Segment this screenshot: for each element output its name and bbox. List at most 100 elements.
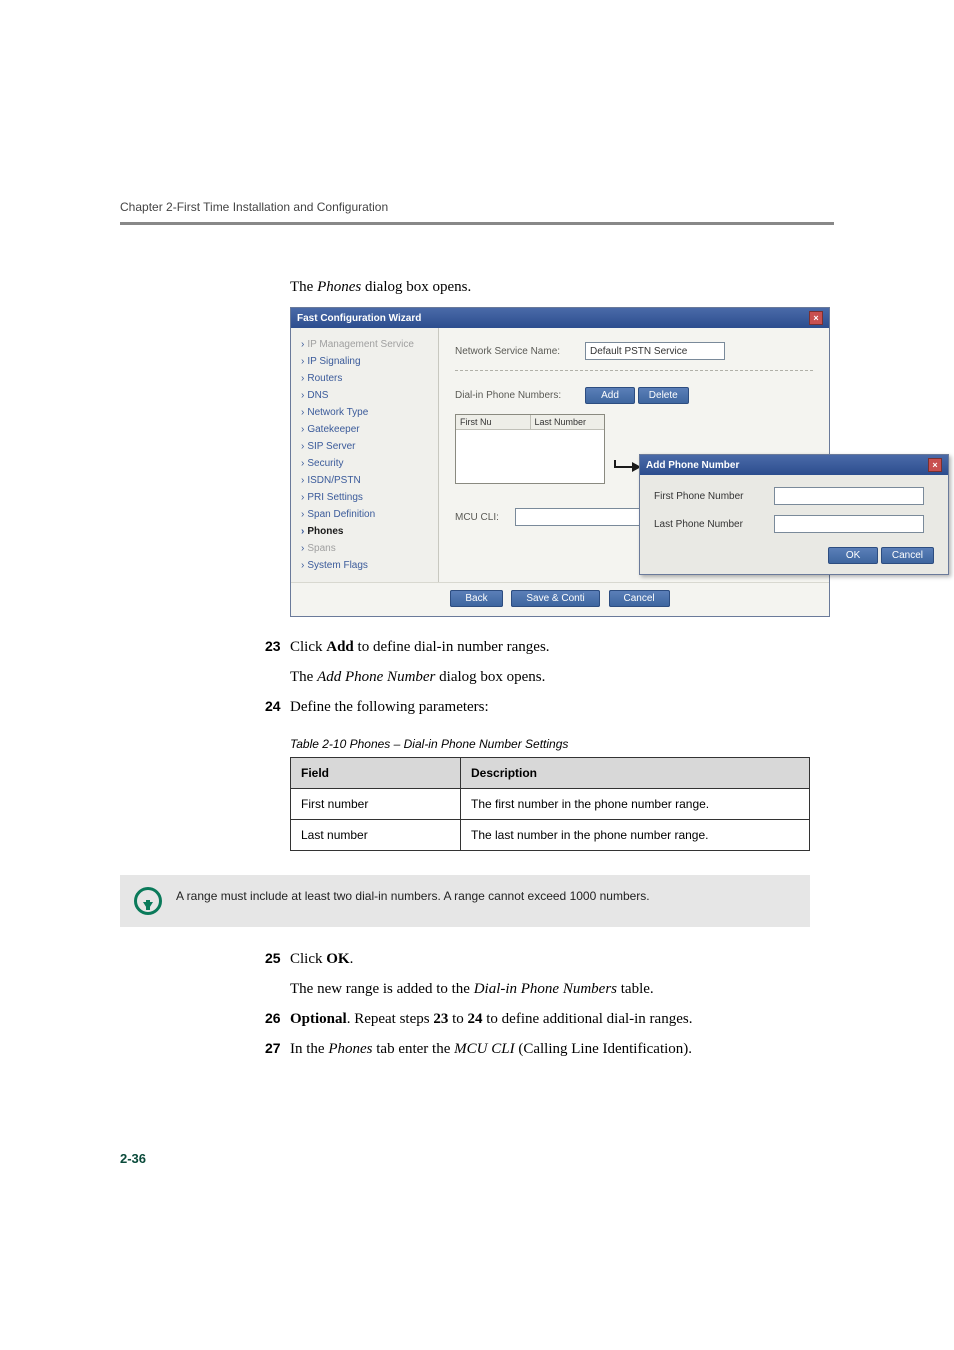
t: table.	[617, 981, 654, 997]
dialog-titlebar: Fast Configuration Wizard ×	[291, 308, 829, 328]
t: The new range is added to the	[290, 981, 474, 997]
mcu-cli-input[interactable]	[515, 508, 645, 526]
dialin-numbers-table[interactable]: First Nu Last Number	[455, 414, 605, 484]
label: ISDN/PSTN	[307, 475, 360, 486]
th-field: Field	[291, 758, 461, 789]
sidebar-item[interactable]: ›Gatekeeper	[297, 421, 432, 438]
sidebar-item[interactable]: ›Security	[297, 455, 432, 472]
cancel-button[interactable]: Cancel	[609, 590, 670, 607]
label: Spans	[307, 543, 335, 554]
first-phone-label: First Phone Number	[654, 491, 774, 502]
save-continue-button[interactable]: Save & Conti	[511, 590, 599, 607]
phones-param-table: Table 2-10 Phones – Dial-in Phone Number…	[290, 737, 810, 851]
t: to	[448, 1011, 467, 1027]
callout-arrow-icon	[614, 458, 642, 472]
chevron-icon: ›	[301, 526, 304, 537]
t: to define dial-in number ranges.	[354, 639, 550, 655]
table-row: First number The first number in the pho…	[291, 789, 810, 820]
first-phone-input[interactable]	[774, 487, 924, 505]
sidebar-item[interactable]: ›Network Type	[297, 404, 432, 421]
chevron-icon: ›	[301, 424, 304, 435]
sidebar-item[interactable]: ›DNS	[297, 387, 432, 404]
cell: First number	[291, 789, 461, 820]
chevron-icon: ›	[301, 458, 304, 469]
last-phone-label: Last Phone Number	[654, 519, 774, 530]
label: Routers	[307, 373, 342, 384]
label: IP Management Service	[307, 339, 414, 350]
sidebar-item[interactable]: ›Routers	[297, 370, 432, 387]
t: . Repeat steps	[347, 1011, 434, 1027]
back-button[interactable]: Back	[450, 590, 502, 607]
cell: The first number in the phone number ran…	[461, 789, 810, 820]
label: PRI Settings	[307, 492, 363, 503]
note-box: A range must include at least two dial-i…	[120, 875, 810, 927]
t: 24	[468, 1011, 483, 1027]
sidebar-item[interactable]: ›IP Management Service	[297, 336, 432, 353]
sidebar-item[interactable]: ›Span Definition	[297, 506, 432, 523]
cancel-button[interactable]: Cancel	[881, 547, 934, 564]
close-icon[interactable]: ×	[928, 458, 942, 472]
table-row: Last number The last number in the phone…	[291, 820, 810, 851]
label: Gatekeeper	[307, 424, 359, 435]
label: Security	[307, 458, 343, 469]
step-23-sub: The Add Phone Number dialog box opens.	[290, 665, 834, 689]
fast-config-wizard-dialog: Fast Configuration Wizard × ›IP Manageme…	[290, 307, 830, 617]
sidebar-item[interactable]: ›PRI Settings	[297, 489, 432, 506]
t: OK	[326, 951, 349, 967]
dialog-footer: Back Save & Conti Cancel	[291, 582, 829, 616]
nested-title-text: Add Phone Number	[646, 460, 739, 471]
label: SIP Server	[307, 441, 355, 452]
last-phone-input[interactable]	[774, 515, 924, 533]
network-service-input[interactable]	[585, 342, 725, 360]
t: Add	[326, 639, 354, 655]
chevron-icon: ›	[301, 475, 304, 486]
close-icon[interactable]: ×	[809, 311, 823, 325]
add-button[interactable]: Add	[585, 387, 635, 404]
sidebar-item[interactable]: ›System Flags	[297, 557, 432, 574]
step-27: 27 In the Phones tab enter the MCU CLI (…	[265, 1037, 834, 1061]
step-25-sub: The new range is added to the Dial-in Ph…	[290, 977, 834, 1001]
t: Add Phone Number	[317, 669, 435, 685]
chevron-icon: ›	[301, 407, 304, 418]
t: Optional	[290, 1011, 347, 1027]
t: MCU CLI	[454, 1041, 514, 1057]
delete-button[interactable]: Delete	[638, 387, 689, 404]
chapter-header: Chapter 2-First Time Installation and Co…	[120, 200, 834, 225]
t: Define the following parameters:	[290, 695, 834, 719]
cell: The last number in the phone number rang…	[461, 820, 810, 851]
step-number: 27	[265, 1037, 290, 1061]
t: The	[290, 279, 317, 295]
t: .	[350, 951, 354, 967]
chevron-icon: ›	[301, 373, 304, 384]
col-first: First Nu	[456, 415, 531, 429]
table-caption: Table 2-10 Phones – Dial-in Phone Number…	[290, 737, 810, 757]
nested-titlebar: Add Phone Number ×	[640, 455, 948, 475]
step-number: 25	[265, 947, 290, 971]
sidebar-item[interactable]: ›Spans	[297, 540, 432, 557]
t: to define additional dial-in ranges.	[483, 1011, 693, 1027]
sidebar-item-phones[interactable]: ›Phones	[297, 523, 432, 540]
note-icon	[134, 887, 162, 915]
chevron-icon: ›	[301, 390, 304, 401]
t: In the	[290, 1041, 328, 1057]
cell: Last number	[291, 820, 461, 851]
step-23: 23 Click Add to define dial-in number ra…	[265, 635, 834, 659]
chevron-icon: ›	[301, 543, 304, 554]
intro-text: The Phones dialog box opens.	[290, 275, 834, 299]
chevron-icon: ›	[301, 339, 304, 350]
label: Span Definition	[307, 509, 375, 520]
sidebar-item[interactable]: ›ISDN/PSTN	[297, 472, 432, 489]
th-desc: Description	[461, 758, 810, 789]
chevron-icon: ›	[301, 492, 304, 503]
sidebar-item[interactable]: ›IP Signaling	[297, 353, 432, 370]
ok-button[interactable]: OK	[828, 547, 878, 564]
t: Phones	[328, 1041, 372, 1057]
step-26: 26 Optional. Repeat steps 23 to 24 to de…	[265, 1007, 834, 1031]
step-24: 24 Define the following parameters:	[265, 695, 834, 719]
dialin-label: Dial-in Phone Numbers:	[455, 390, 585, 401]
label: IP Signaling	[307, 356, 360, 367]
sidebar-item[interactable]: ›SIP Server	[297, 438, 432, 455]
step-number: 24	[265, 695, 290, 719]
chevron-icon: ›	[301, 509, 304, 520]
dialog-main-panel: Network Service Name: Dial-in Phone Numb…	[439, 328, 829, 582]
